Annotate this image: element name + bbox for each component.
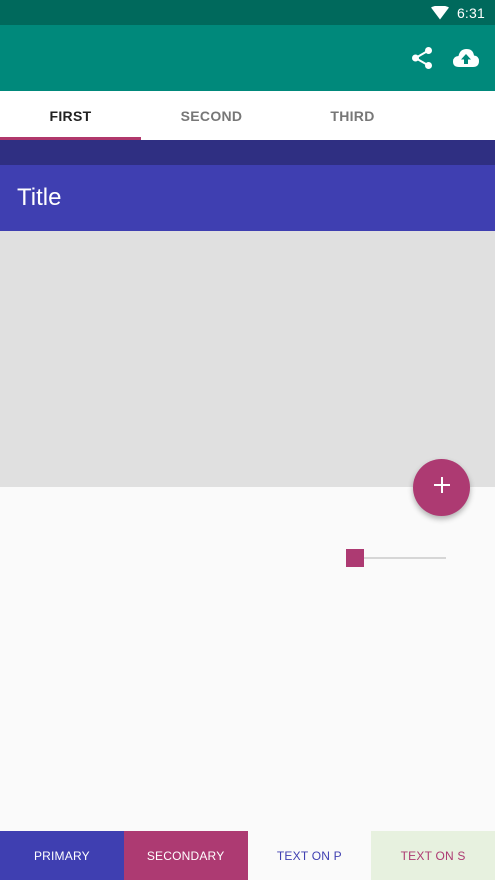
page-title: Title — [17, 184, 62, 211]
plus-icon — [433, 476, 451, 499]
add-fab-button[interactable] — [413, 459, 470, 516]
content-area — [0, 231, 495, 487]
bottom-button-bar: PRIMARY SECONDARY TEXT ON P TEXT ON S — [0, 831, 495, 880]
text-on-secondary-button[interactable]: TEXT ON S — [371, 831, 495, 880]
share-icon[interactable] — [409, 45, 435, 71]
app-bar — [0, 25, 495, 91]
status-time: 6:31 — [456, 4, 485, 21]
tab-third[interactable]: THIRD — [282, 91, 423, 140]
slider-thumb[interactable] — [346, 549, 364, 567]
tab-first[interactable]: FIRST — [0, 91, 141, 140]
cloud-upload-icon[interactable] — [453, 45, 479, 71]
text-on-primary-button[interactable]: TEXT ON P — [247, 831, 372, 880]
tab-bar: FIRST SECOND THIRD — [0, 91, 495, 140]
status-bar: 6:31 — [0, 0, 495, 25]
secondary-button[interactable]: SECONDARY — [123, 831, 248, 880]
tab-second[interactable]: SECOND — [141, 91, 282, 140]
slider[interactable] — [346, 549, 446, 567]
primary-dark-strip — [0, 140, 495, 165]
primary-button[interactable]: PRIMARY — [0, 831, 124, 880]
wifi-icon — [430, 5, 449, 20]
title-bar: Title — [0, 165, 495, 231]
